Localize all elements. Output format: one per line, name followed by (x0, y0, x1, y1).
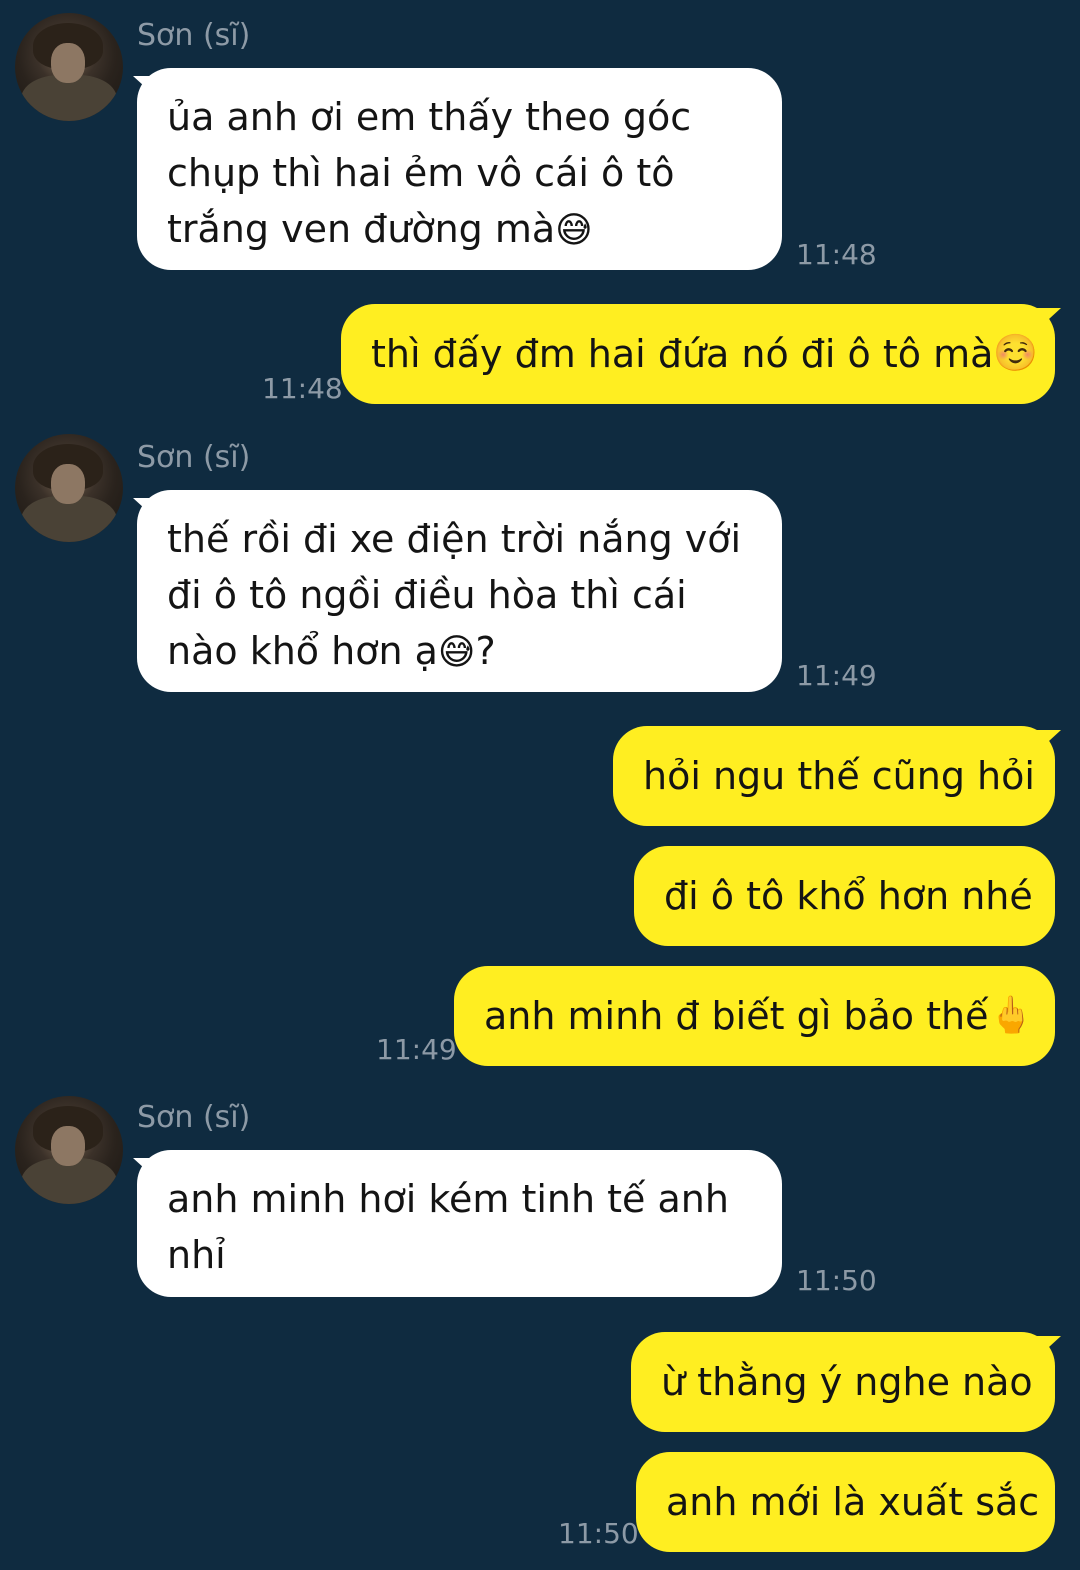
outgoing-message-bubble[interactable]: anh mới là xuất sắc (636, 1452, 1055, 1552)
incoming-message-bubble[interactable]: thế rồi đi xe điện trời nắng với đi ô tô… (133, 490, 782, 692)
outgoing-message-bubble[interactable]: thì đấy đm hai đứa nó đi ô tô mà ☺️ (341, 304, 1061, 404)
message-text: anh mới là xuất sắc (666, 1480, 1040, 1524)
incoming-message-bubble[interactable]: ủa anh ơi em thấy theo góc chụp thì hai … (133, 68, 782, 270)
smiling-emoji: ☺️ (993, 333, 1039, 374)
middle-finger-emoji: 🖕 (988, 995, 1034, 1036)
sweat-smile-emoji: 😅 (437, 632, 476, 673)
message-timestamp: 11:49 (376, 1033, 457, 1066)
message-text: ừ thằng ý nghe nào (661, 1360, 1033, 1404)
message-text: ủa anh ơi em thấy theo góc chụp thì hai … (167, 95, 692, 251)
message-text: đi ô tô khổ hơn nhé (664, 874, 1033, 918)
contact-avatar[interactable] (15, 434, 123, 542)
message-text: hỏi ngu thế cũng hỏi (643, 754, 1035, 798)
outgoing-message-bubble[interactable]: đi ô tô khổ hơn nhé (634, 846, 1055, 946)
sender-name: Sơn (sĩ) (137, 18, 251, 53)
outgoing-message-bubble[interactable]: anh minh đ biết gì bảo thế 🖕 (454, 966, 1055, 1066)
sender-name: Sơn (sĩ) (137, 440, 251, 475)
message-timestamp: 11:49 (796, 659, 877, 692)
message-text: thì đấy đm hai đứa nó đi ô tô mà (371, 332, 994, 376)
contact-avatar[interactable] (15, 1096, 123, 1204)
message-timestamp: 11:48 (796, 238, 877, 271)
outgoing-message-bubble[interactable]: hỏi ngu thế cũng hỏi (613, 726, 1061, 826)
message-text-suffix: ? (475, 629, 496, 673)
sweat-smile-emoji: 😅 (555, 210, 593, 251)
message-timestamp: 11:48 (262, 372, 343, 405)
message-timestamp: 11:50 (558, 1517, 639, 1550)
message-text: anh minh hơi kém tinh tế anh nhỉ (167, 1177, 729, 1277)
message-text: anh minh đ biết gì bảo thế (484, 994, 989, 1038)
message-timestamp: 11:50 (796, 1264, 877, 1297)
sender-name: Sơn (sĩ) (137, 1100, 251, 1135)
incoming-message-bubble[interactable]: anh minh hơi kém tinh tế anh nhỉ (133, 1150, 782, 1297)
outgoing-message-bubble[interactable]: ừ thằng ý nghe nào (631, 1332, 1061, 1432)
contact-avatar[interactable] (15, 13, 123, 121)
